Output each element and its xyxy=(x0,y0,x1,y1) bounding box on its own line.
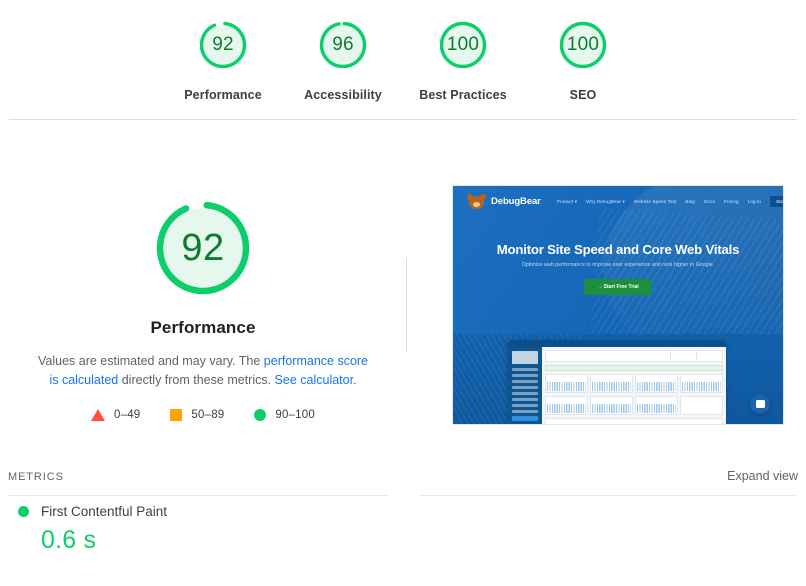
category-performance[interactable]: 92 Performance xyxy=(163,18,283,102)
nav-item-pricing: Pricing xyxy=(724,199,739,204)
app-report-header xyxy=(545,350,723,362)
product-screenshot xyxy=(508,340,726,424)
screenshot-hero: DebugBear Product ▾ Why DebugBear ▾ Webs… xyxy=(453,186,783,334)
category-label: Accessibility xyxy=(304,88,382,102)
hero-headline: Monitor Site Speed and Core Web Vitals xyxy=(453,242,783,257)
metrics-section-title: METRICS xyxy=(8,471,64,483)
see-calculator-link[interactable]: See calculator. xyxy=(275,373,357,387)
hero-line-pattern xyxy=(588,207,783,334)
final-screenshot: DebugBear Product ▾ Why DebugBear ▾ Webs… xyxy=(452,185,784,425)
screenshot-navbar: DebugBear Product ▾ Why DebugBear ▾ Webs… xyxy=(453,186,783,217)
metrics-divider-right xyxy=(420,495,798,496)
category-label: SEO xyxy=(570,88,597,102)
legend-item-average: 50–89 xyxy=(170,409,224,421)
performance-summary: 92 Performance Values are estimated and … xyxy=(0,150,806,450)
brand-name: DebugBear xyxy=(491,196,541,207)
metric-first-contentful-paint[interactable]: First Contentful Paint 0.6 s xyxy=(0,504,376,586)
nav-start-free-trial-button: Start Free Trial xyxy=(770,196,783,207)
screenshot-nav-links: Product ▾ Why DebugBear ▾ Website Speed … xyxy=(557,199,761,205)
circle-green-icon xyxy=(18,506,29,517)
description-text-2: directly from these metrics. xyxy=(118,373,274,387)
app-main-panel xyxy=(542,347,726,424)
category-score-value: 100 xyxy=(567,34,599,56)
nav-item-website-speed-test: Website Speed Test xyxy=(634,199,677,204)
category-label: Performance xyxy=(184,88,262,102)
category-seo[interactable]: 100 SEO xyxy=(523,18,643,102)
app-metric-cards xyxy=(545,374,723,415)
app-notice-bar xyxy=(545,365,723,371)
metric-value: 0.6 s xyxy=(41,526,376,555)
app-body xyxy=(508,347,726,424)
gauge-seo: 100 xyxy=(556,18,610,72)
gauge-accessibility: 96 xyxy=(316,18,370,72)
category-label: Best Practices xyxy=(419,88,507,102)
performance-title: Performance xyxy=(150,318,255,338)
performance-gauge-column: 92 Performance Values are estimated and … xyxy=(0,150,406,450)
category-best-practices[interactable]: 100 Best Practices xyxy=(403,18,523,102)
category-score-value: 96 xyxy=(332,34,354,56)
nav-item-docs: Docs xyxy=(704,199,715,204)
nav-item-why-debugbear: Why DebugBear ▾ xyxy=(586,199,625,205)
gauge-best-practices: 100 xyxy=(436,18,490,72)
pagespeed-report: 92 Performance 96 Accessibility 100 xyxy=(0,0,806,586)
category-score-row: 92 Performance 96 Accessibility 100 xyxy=(0,0,806,119)
metrics-divider-left xyxy=(8,495,388,496)
gauge-performance: 92 xyxy=(196,18,250,72)
legend-range-good: 90–100 xyxy=(275,409,315,421)
performance-gauge: 92 xyxy=(150,195,256,301)
description-text-1: Values are estimated and may vary. The xyxy=(38,354,264,368)
section-divider xyxy=(9,119,797,120)
nav-item-login: Log In xyxy=(748,199,761,204)
nav-item-blog: Blog xyxy=(685,199,695,204)
metrics-section: METRICS Expand view First Contentful Pai… xyxy=(0,460,806,586)
app-title-bar xyxy=(508,340,726,347)
performance-description: Values are estimated and may vary. The p… xyxy=(33,352,373,390)
chat-bubble-icon xyxy=(750,394,770,414)
metrics-grid: First Contentful Paint 0.6 s Time to Int… xyxy=(0,504,806,586)
nav-item-product: Product ▾ xyxy=(557,199,577,205)
bear-logo-icon xyxy=(467,194,486,210)
screenshot-lower-section xyxy=(453,334,783,424)
legend-range-poor: 0–49 xyxy=(114,409,140,421)
category-accessibility[interactable]: 96 Accessibility xyxy=(283,18,403,102)
triangle-red-icon xyxy=(91,409,105,421)
legend-range-average: 50–89 xyxy=(191,409,224,421)
category-score-value: 100 xyxy=(447,34,479,56)
square-orange-icon xyxy=(170,409,182,421)
expand-view-button[interactable]: Expand view xyxy=(727,469,798,483)
score-legend: 0–49 50–89 90–100 xyxy=(91,409,315,421)
vertical-divider xyxy=(406,258,407,352)
hero-subheadline: Optimize web performance to improve user… xyxy=(453,262,783,268)
category-score-value: 92 xyxy=(212,34,234,56)
circle-green-icon xyxy=(254,409,266,421)
app-sidebar xyxy=(508,347,542,424)
metrics-header: METRICS Expand view xyxy=(8,469,798,483)
hero-start-free-trial-button: → Start Free Trial xyxy=(584,279,651,295)
legend-item-poor: 0–49 xyxy=(91,409,140,421)
metric-time-to-interactive[interactable]: Time to Interactive 1.7 s xyxy=(376,504,806,586)
app-filmstrip xyxy=(545,418,723,425)
screenshot-content: DebugBear Product ▾ Why DebugBear ▾ Webs… xyxy=(453,186,783,424)
legend-item-good: 90–100 xyxy=(254,409,315,421)
performance-score-value: 92 xyxy=(181,227,224,270)
metric-name: First Contentful Paint xyxy=(41,504,167,519)
